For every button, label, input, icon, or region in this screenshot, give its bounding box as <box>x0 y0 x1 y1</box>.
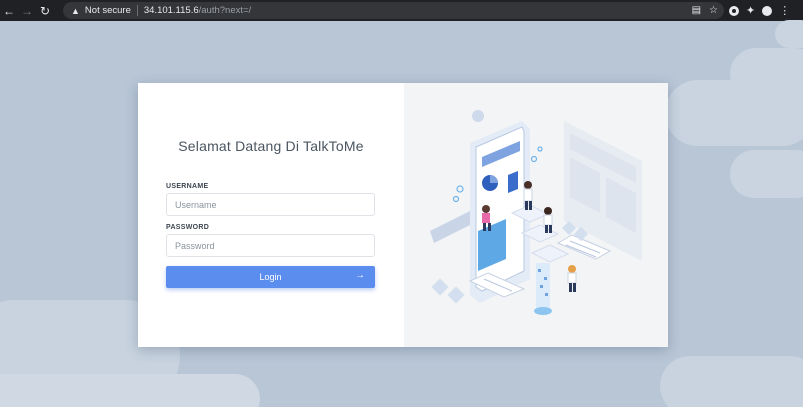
profile-avatar-icon[interactable] <box>762 5 773 16</box>
background-blob <box>0 374 260 407</box>
arrow-right-icon: → <box>355 270 365 281</box>
arrow-right-icon: → <box>21 3 33 18</box>
kebab-menu-icon[interactable]: ⋮ <box>779 4 790 17</box>
reload-icon: ↻ <box>39 3 51 18</box>
omnibox-actions: ▤ ☆ <box>692 2 718 19</box>
bookmark-star-icon[interactable]: ☆ <box>709 5 718 16</box>
background-blob <box>665 80 803 146</box>
extension-icon[interactable] <box>729 5 739 16</box>
background-blob <box>660 356 803 407</box>
forward-button[interactable]: → <box>18 0 36 21</box>
page-title: Selamat Datang Di TalkToMe <box>178 138 364 154</box>
omnibox-divider <box>136 5 138 16</box>
translate-icon[interactable]: ▤ <box>692 5 701 16</box>
illustration-panel <box>404 83 668 347</box>
reload-button[interactable]: ↻ <box>36 0 54 21</box>
password-input[interactable] <box>166 234 375 257</box>
url-host: 34.101.115.6 <box>143 5 199 16</box>
login-card: Selamat Datang Di TalkToMe USERNAME PASS… <box>138 83 668 347</box>
login-form: Selamat Datang Di TalkToMe USERNAME PASS… <box>138 83 404 347</box>
extension-area: ✦ ⋮ <box>729 0 790 21</box>
username-input[interactable] <box>166 193 375 216</box>
isometric-illustration <box>430 110 642 315</box>
username-label: USERNAME <box>166 183 209 190</box>
puzzle-icon[interactable]: ✦ <box>746 4 755 17</box>
background-blob <box>775 20 803 48</box>
warning-icon[interactable]: ▲ <box>71 6 80 16</box>
browser-toolbar: ← → ↻ ▲ Not secure 34.101.115.6/auth?nex… <box>0 0 803 21</box>
url-path: /auth?next=/ <box>198 5 252 16</box>
arrow-left-icon: ← <box>3 3 15 18</box>
back-button[interactable]: ← <box>0 0 18 21</box>
login-button[interactable]: Login → <box>166 266 375 288</box>
password-label: PASSWORD <box>166 224 210 231</box>
not-secure-label[interactable]: Not secure <box>85 5 131 16</box>
background-blob <box>730 150 803 198</box>
address-bar[interactable]: ▲ Not secure 34.101.115.6/auth?next=/ ▤ … <box>63 2 724 19</box>
login-button-label: Login <box>259 272 282 282</box>
